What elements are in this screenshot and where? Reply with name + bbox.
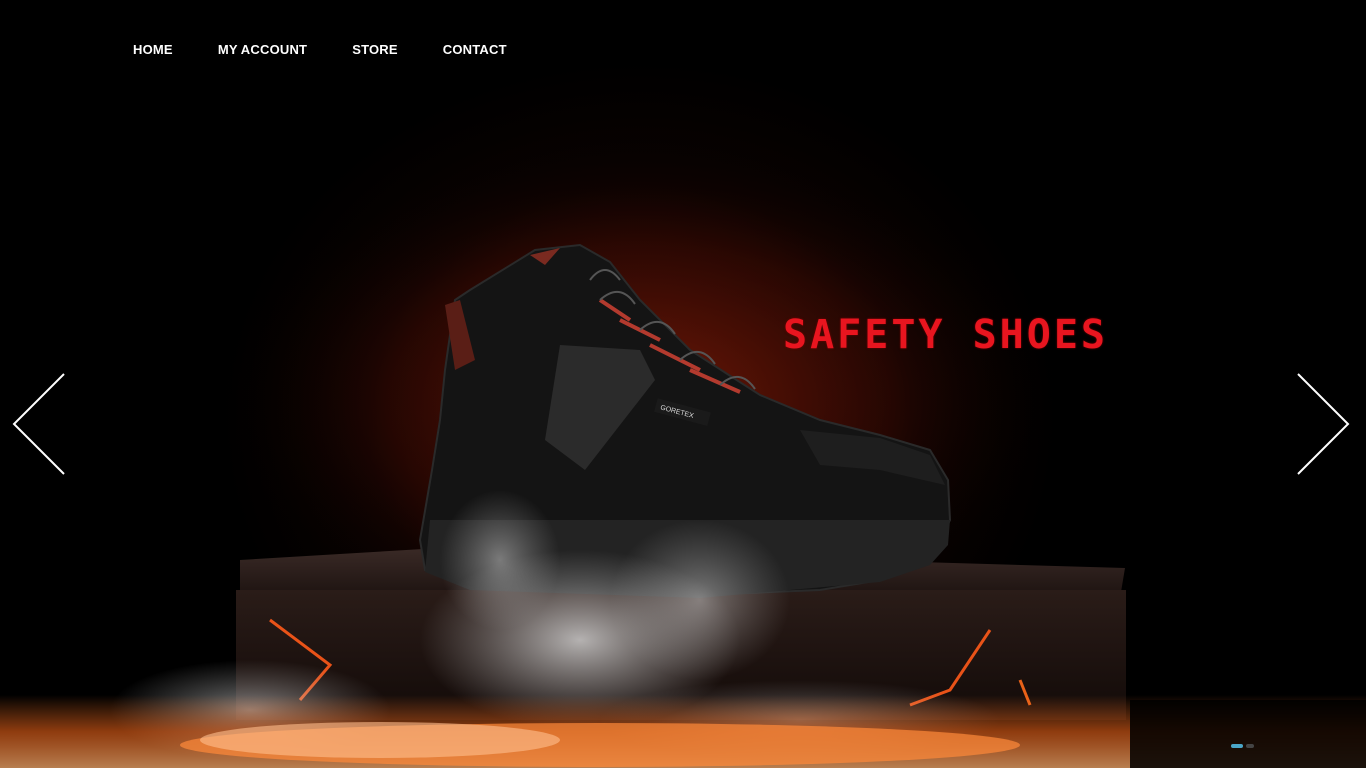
hero-image: GORETEX xyxy=(0,140,1366,768)
hero-title: SAFETY SHOES xyxy=(783,312,1108,358)
nav-store[interactable]: STORE xyxy=(352,41,398,59)
main-nav: HOME MY ACCOUNT STORE CONTACT xyxy=(133,41,552,59)
hero-slider: GORETEX HOME MY ACCOUNT STORE CONTACT SA… xyxy=(0,0,1366,768)
chevron-right-icon xyxy=(1297,373,1350,475)
chevron-left-icon xyxy=(12,373,65,475)
slider-prev-button[interactable] xyxy=(8,372,68,476)
nav-contact[interactable]: CONTACT xyxy=(443,41,507,59)
slider-indicator[interactable] xyxy=(1246,744,1254,748)
slider-next-button[interactable] xyxy=(1294,372,1354,476)
slider-indicator-active[interactable] xyxy=(1231,744,1243,748)
nav-my-account[interactable]: MY ACCOUNT xyxy=(218,41,307,59)
nav-home[interactable]: HOME xyxy=(133,41,173,59)
